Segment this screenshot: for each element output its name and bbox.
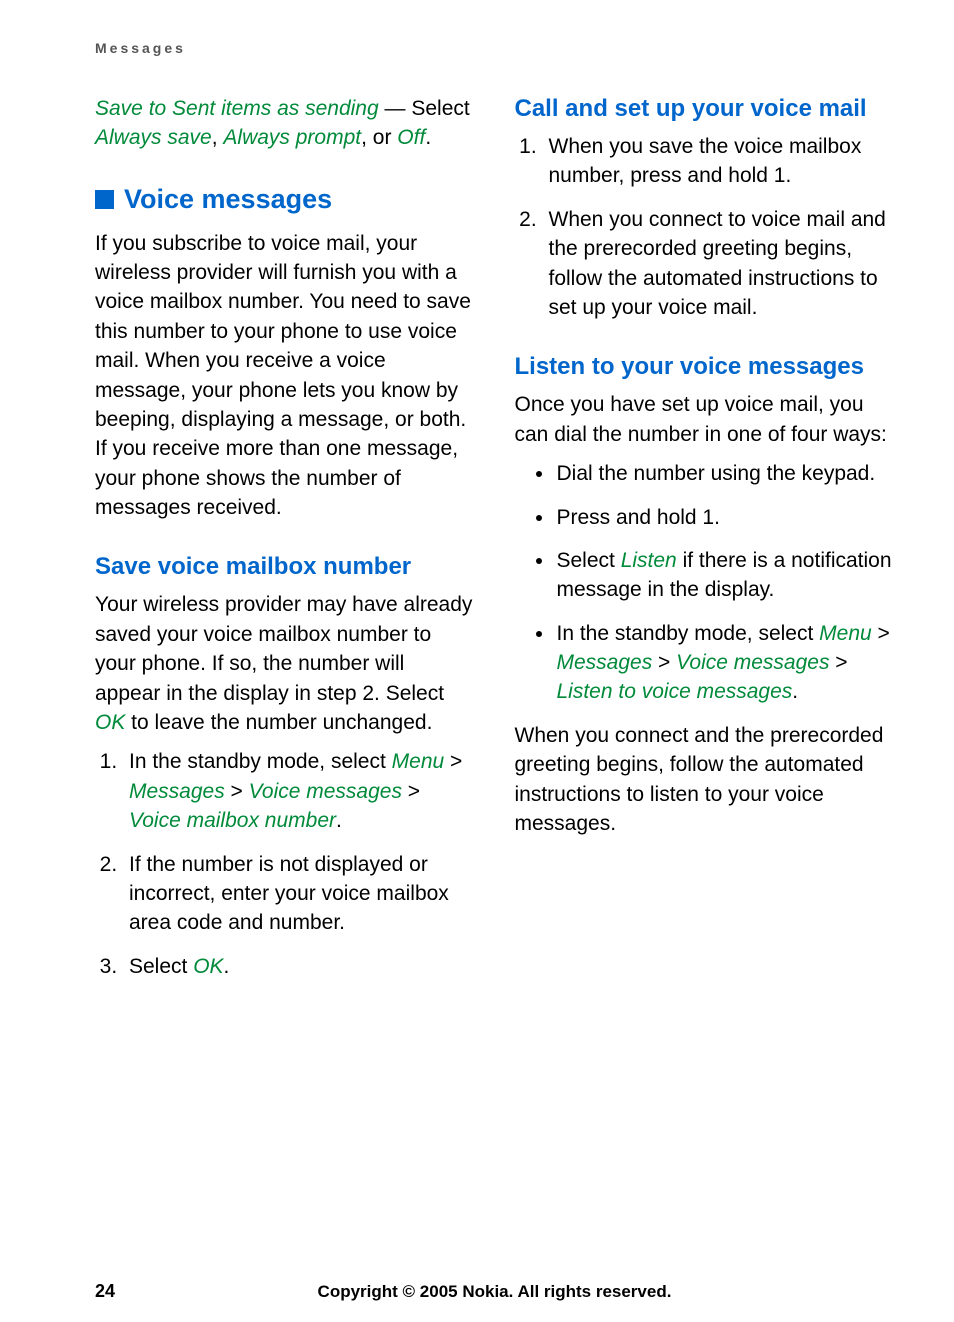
- listen-outro: When you connect and the prerecorded gre…: [515, 721, 895, 839]
- term-messages: Messages: [129, 780, 225, 803]
- text: >: [225, 780, 249, 803]
- term-ok: OK: [193, 955, 223, 978]
- list-item: In the standby mode, select Menu > Messa…: [555, 619, 895, 707]
- text: Select: [129, 955, 193, 978]
- call-setup-steps: When you save the voice mailbox number, …: [515, 132, 895, 322]
- list-item: Dial the number using the keypad.: [555, 459, 895, 488]
- save-mailbox-steps: In the standby mode, select Menu > Messa…: [95, 747, 475, 981]
- list-item: When you save the voice mailbox number, …: [543, 132, 895, 191]
- list-item: Select Listen if there is a notification…: [555, 546, 895, 605]
- voice-messages-intro: If you subscribe to voice mail, your wir…: [95, 229, 475, 523]
- text: to leave the number unchanged.: [125, 711, 432, 734]
- text: Your wireless provider may have already …: [95, 593, 472, 704]
- text: >: [652, 651, 676, 674]
- term-menu: Menu: [819, 622, 872, 645]
- right-column: Call and set up your voice mail When you…: [515, 94, 895, 1261]
- list-item: Select OK.: [123, 952, 475, 981]
- text: ,: [212, 126, 224, 149]
- term-messages: Messages: [557, 651, 653, 674]
- text: .: [336, 809, 342, 832]
- square-bullet-icon: [95, 190, 114, 209]
- text: .: [425, 126, 431, 149]
- term-save-to-sent: Save to Sent items as sending: [95, 97, 379, 120]
- page-number: 24: [95, 1281, 155, 1302]
- listen-ways: Dial the number using the keypad. Press …: [515, 459, 895, 707]
- text: , or: [361, 126, 397, 149]
- term-off: Off: [397, 126, 425, 149]
- heading-listen: Listen to your voice messages: [515, 352, 895, 382]
- text: >: [872, 622, 890, 645]
- list-item: If the number is not displayed or incorr…: [123, 850, 475, 938]
- list-item: In the standby mode, select Menu > Messa…: [123, 747, 475, 835]
- term-voice-messages: Voice messages: [249, 780, 402, 803]
- term-ok: OK: [95, 711, 125, 734]
- section-header: Messages: [95, 40, 894, 56]
- content-columns: Save to Sent items as sending — Select A…: [95, 94, 894, 1261]
- term-listen-to-voice-messages: Listen to voice messages: [557, 680, 793, 703]
- text: .: [792, 680, 798, 703]
- left-column: Save to Sent items as sending — Select A…: [95, 94, 475, 1261]
- text: >: [402, 780, 420, 803]
- listen-intro: Once you have set up voice mail, you can…: [515, 390, 895, 449]
- heading-voice-messages: Voice messages: [95, 181, 475, 219]
- term-menu: Menu: [392, 750, 445, 773]
- term-always-prompt: Always prompt: [223, 126, 361, 149]
- term-always-save: Always save: [95, 126, 212, 149]
- list-item: Press and hold 1.: [555, 503, 895, 532]
- intro-paragraph: Save to Sent items as sending — Select A…: [95, 94, 475, 153]
- text: >: [829, 651, 847, 674]
- term-listen: Listen: [621, 549, 677, 572]
- text: — Select: [379, 97, 470, 120]
- save-mailbox-intro: Your wireless provider may have already …: [95, 590, 475, 737]
- term-voice-messages: Voice messages: [676, 651, 829, 674]
- text: Select: [557, 549, 621, 572]
- list-item: When you connect to voice mail and the p…: [543, 205, 895, 323]
- term-voice-mailbox-number: Voice mailbox number: [129, 809, 336, 832]
- copyright: Copyright © 2005 Nokia. All rights reser…: [155, 1282, 834, 1302]
- text: >: [444, 750, 462, 773]
- page-footer: 24 Copyright © 2005 Nokia. All rights re…: [95, 1281, 894, 1302]
- heading-call-setup: Call and set up your voice mail: [515, 94, 895, 124]
- text: In the standby mode, select: [129, 750, 392, 773]
- heading-text: Voice messages: [124, 181, 332, 219]
- heading-save-mailbox: Save voice mailbox number: [95, 552, 475, 582]
- text: In the standby mode, select: [557, 622, 820, 645]
- text: .: [224, 955, 230, 978]
